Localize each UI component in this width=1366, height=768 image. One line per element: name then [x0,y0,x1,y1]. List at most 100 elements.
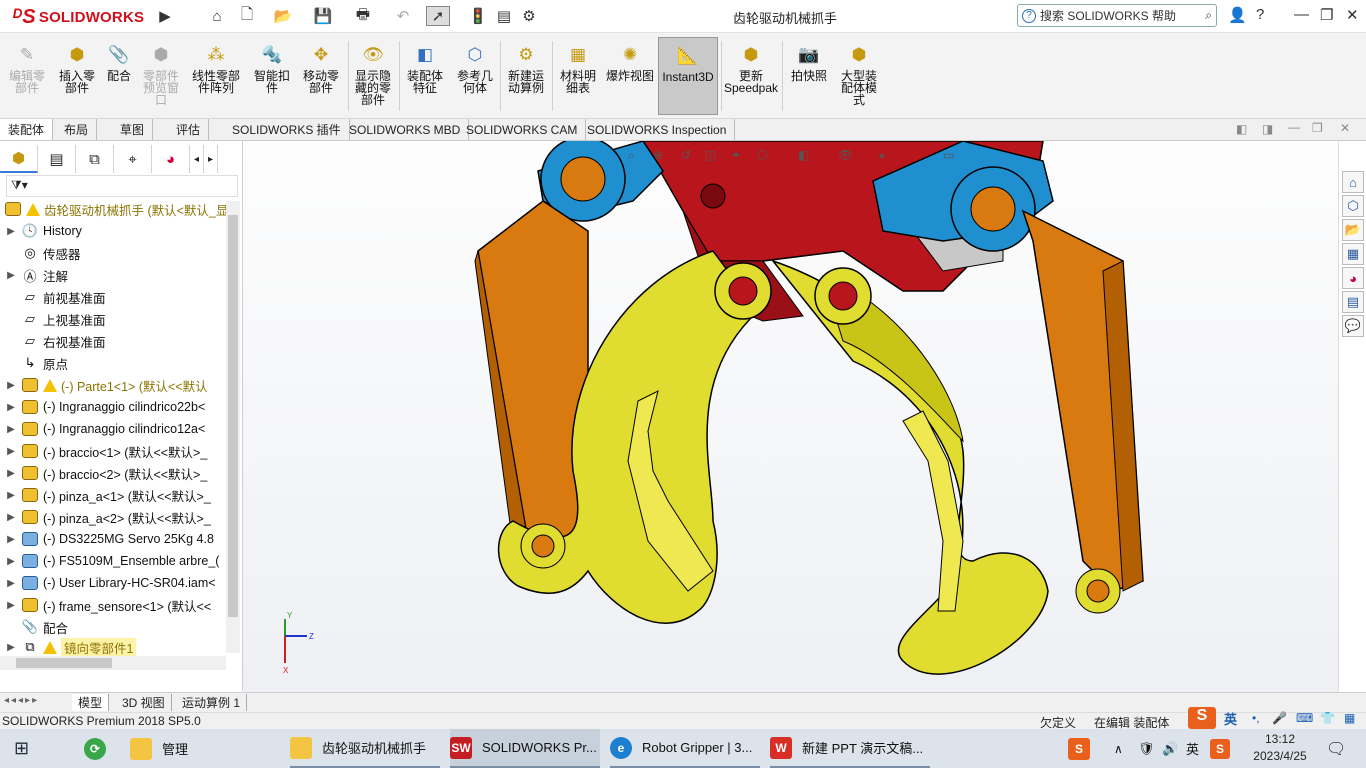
doc-restore-button[interactable]: ❐ [1312,121,1323,135]
smart-fasteners-button[interactable]: 🔩 智能扣件 [250,37,294,115]
feature-tree-tab[interactable]: ⬢ [0,145,38,173]
tray-overflow-icon[interactable]: ∧ [1114,729,1123,768]
expand-arrow-icon[interactable]: ▶ [5,402,17,413]
ime-toolbox-icon[interactable]: ▦ [1344,711,1355,725]
tree-item-component[interactable]: ▶ (-) frame_sensore<1> (默认<< [0,594,230,616]
expand-arrow-icon[interactable]: ▶ [5,424,17,435]
select-cursor-icon[interactable]: ➚ [426,6,450,26]
tree-item-history[interactable]: ▶ 🕓 History [0,220,230,242]
expand-arrow-icon[interactable]: ▶ [5,534,17,545]
doc-close-button[interactable]: ✕ [1340,121,1350,135]
tree-scroll-thumb[interactable] [228,215,238,617]
expand-arrow-icon[interactable]: ▶ [5,468,17,479]
view-palette-icon[interactable]: ▦ [1342,243,1364,265]
undo-icon[interactable]: ↶ [390,6,416,26]
tree-filter[interactable]: ⧩▾ [6,175,238,197]
tab-model[interactable]: 模型 [72,694,110,711]
print-icon[interactable]: 🖶 [350,6,376,26]
configuration-manager-tab[interactable]: ⧉ [76,145,114,173]
taskbar-app-green[interactable]: ⟳ [84,729,116,768]
gripper-model[interactable]: ⌕ ⊕ ↺ ◫ ✦ ⬡ ◧ 👁 ◕ ▭ Y Z X [243,136,1338,692]
minimize-button[interactable]: — [1294,6,1309,23]
show-hidden-button[interactable]: 👁 显示隐藏的零部件 [350,37,396,115]
ime-keyboard-icon[interactable]: ⌨ [1296,711,1313,725]
doc-minimize-button[interactable]: — [1288,120,1300,134]
tab-cam[interactable]: SOLIDWORKS CAM [458,119,587,140]
tray-security-icon[interactable]: 🛡 [1138,729,1155,768]
ime-voice-icon[interactable]: 🎤 [1272,711,1287,725]
tab-assembly[interactable]: 装配体 [0,119,54,140]
save-icon[interactable]: 💾 [310,6,336,26]
taskbar-item-solidworks[interactable]: SW SOLIDWORKS Pr... [450,729,600,768]
expand-arrow-icon[interactable]: ▶ [5,556,17,567]
tab-addins[interactable]: SOLIDWORKS 插件 [224,119,350,140]
display-manager-tab[interactable]: ◕ [152,145,190,173]
home-pane-icon[interactable]: ⌂ [1342,171,1364,193]
tree-item-mates[interactable]: 📎 配合 [0,616,230,638]
tray-sogou[interactable]: S [1068,729,1090,768]
dimxpert-tab[interactable]: ⌖ [114,145,152,173]
options-gear-icon[interactable]: ⚙ [518,6,540,26]
tree-item-front-plane[interactable]: ▱ 前视基准面 [0,286,230,308]
help-icon[interactable]: ? [1256,6,1264,23]
tree-item-subassembly[interactable]: ▶ (-) FS5109M_Ensemble arbre_( [0,550,230,572]
design-library-icon[interactable]: ⬡ [1342,195,1364,217]
new-motion-study-button[interactable]: ⚙ 新建运动算例 [503,37,549,115]
file-explorer-icon[interactable]: 📂 [1342,219,1364,241]
tree-item-component[interactable]: ▶ (-) pinza_a<1> (默认<<默认>_ [0,484,230,506]
new-document-icon[interactable]: 🗋 [234,6,260,26]
tree-item-component[interactable]: ▶ (-) Ingranaggio cilindrico12a< [0,418,230,440]
tab-evaluate[interactable]: 评估 [168,119,210,140]
expand-arrow-icon[interactable]: ▶ [5,600,17,611]
expand-menu-icon[interactable]: ▶ [158,6,172,26]
tray-ime[interactable]: 英 [1186,729,1199,768]
tree-item-top-plane[interactable]: ▱ 上视基准面 [0,308,230,330]
expand-arrow-icon[interactable]: ▶ [5,642,17,653]
tree-item-component[interactable]: ▶ (-) pinza_a<2> (默认<<默认>_ [0,506,230,528]
tab-layout[interactable]: 布局 [56,119,98,140]
bom-button[interactable]: ▦ 材料明细表 [555,37,601,115]
tree-item-component[interactable]: ▶ (-) braccio<2> (默认<<默认>_ [0,462,230,484]
exploded-view-button[interactable]: ✺ 爆炸视图 [606,37,654,115]
tray-sogou-2[interactable]: S [1210,729,1230,768]
tab-motion-study[interactable]: 运动算例 1 [176,694,248,711]
mate-button[interactable]: 📎 配合 [104,37,134,115]
tree-item-origin[interactable]: ↳ 原点 [0,352,230,374]
sogou-ime-icon[interactable]: S [1188,707,1216,729]
file-properties-icon[interactable]: ▤ [494,6,514,26]
property-manager-tab[interactable]: ▤ [38,145,76,173]
tree-item-right-plane[interactable]: ▱ 右视基准面 [0,330,230,352]
component-preview-button[interactable]: ⬢ 零部件预览窗口 [138,37,184,115]
tree-item-component[interactable]: ▶ (-) braccio<1> (默认<<默认>_ [0,440,230,462]
scroll-right-icon[interactable]: ▸ [204,145,218,173]
tree-item-sensors[interactable]: ◎ 传感器 [0,242,230,264]
move-component-button[interactable]: ✥ 移动零部件 [298,37,344,115]
graphics-area[interactable]: ⌕ ⊕ ↺ ◫ ✦ ⬡ ◧ 👁 ◕ ▭ Y Z X [243,136,1338,692]
tile-left-icon[interactable]: ◧ [1236,122,1247,136]
user-icon[interactable]: 👤 [1228,6,1247,24]
tab-mbd[interactable]: SOLIDWORKS MBD [341,119,470,140]
help-search-input[interactable]: ? 搜索 SOLIDWORKS 帮助 ⌕ [1017,4,1217,27]
assembly-features-button[interactable]: ◧ 装配体特征 [402,37,448,115]
ime-skin-icon[interactable]: 👕 [1320,711,1335,725]
taskbar-item-manage[interactable]: 管理 [130,729,274,768]
tray-volume-icon[interactable]: 🔊 [1162,729,1178,768]
reference-geometry-button[interactable]: ⬡ 参考几何体 [452,37,498,115]
tab-3d-view[interactable]: 3D 视图 [116,694,172,711]
instant3d-button[interactable]: 📐 Instant3D [658,37,718,115]
ime-punctuation-icon[interactable]: •, [1252,711,1260,725]
tree-item-annotations[interactable]: ▶ Ⓐ 注解 [0,264,230,286]
search-icon[interactable]: ⌕ [1205,8,1212,23]
tree-root-assembly[interactable]: 齿轮驱动机械抓手 (默认<默认_显 [0,198,230,220]
ime-language[interactable]: 英 [1224,709,1237,728]
edit-component-button[interactable]: ✎ 编辑零部件 [4,37,50,115]
tab-scroll-arrows-icon[interactable]: ◂◂◂▸▸ [4,695,39,706]
taskbar-item-wps[interactable]: W 新建 PPT 演示文稿... [770,729,930,768]
large-assembly-button[interactable]: ⬢ 大型装配体模式 [836,37,882,115]
linear-pattern-button[interactable]: ⁂ 线性零部件阵列 [188,37,244,115]
tile-right-icon[interactable]: ◨ [1262,122,1273,136]
expand-arrow-icon[interactable]: ▶ [5,270,17,281]
taskbar-item-edge[interactable]: e Robot Gripper | 3... [610,729,760,768]
expand-arrow-icon[interactable]: ▶ [5,578,17,589]
expand-arrow-icon[interactable]: ▶ [5,446,17,457]
